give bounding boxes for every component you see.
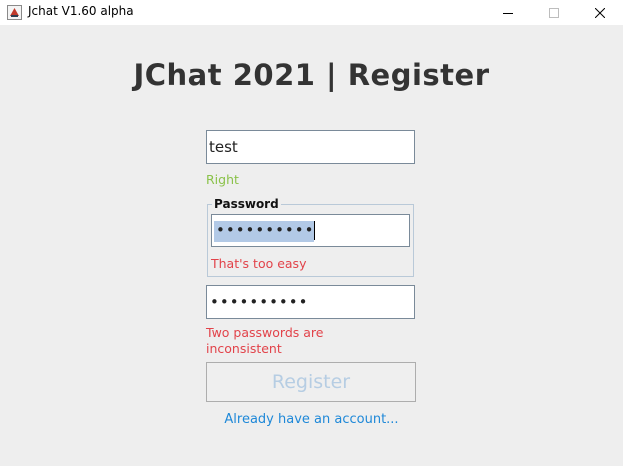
password-group-label: Password bbox=[212, 197, 281, 211]
confirm-password-status: Two passwords are inconsistent bbox=[206, 325, 324, 356]
password-status: That's too easy bbox=[211, 256, 307, 271]
maximize-icon bbox=[549, 7, 559, 18]
password-input[interactable]: •••••••••• bbox=[211, 214, 410, 247]
login-link[interactable]: Already have an account... bbox=[0, 412, 623, 427]
window-title: Jchat V1.60 alpha bbox=[28, 4, 134, 18]
minimize-button[interactable] bbox=[485, 0, 531, 25]
password-selected-text: •••••••••• bbox=[214, 221, 315, 242]
username-status: Right bbox=[206, 172, 239, 187]
register-button[interactable]: Register bbox=[206, 362, 416, 402]
close-button[interactable] bbox=[577, 0, 623, 25]
window-titlebar[interactable]: Jchat V1.60 alpha bbox=[0, 0, 623, 25]
maximize-button[interactable] bbox=[531, 0, 577, 25]
page-title: JChat 2021 | Register bbox=[133, 58, 490, 92]
username-input[interactable]: test bbox=[206, 130, 415, 164]
close-icon bbox=[595, 7, 605, 18]
confirm-password-input[interactable]: •••••••••• bbox=[206, 285, 415, 319]
java-app-icon bbox=[7, 5, 22, 20]
text-caret bbox=[314, 221, 316, 240]
minimize-icon bbox=[503, 12, 513, 14]
